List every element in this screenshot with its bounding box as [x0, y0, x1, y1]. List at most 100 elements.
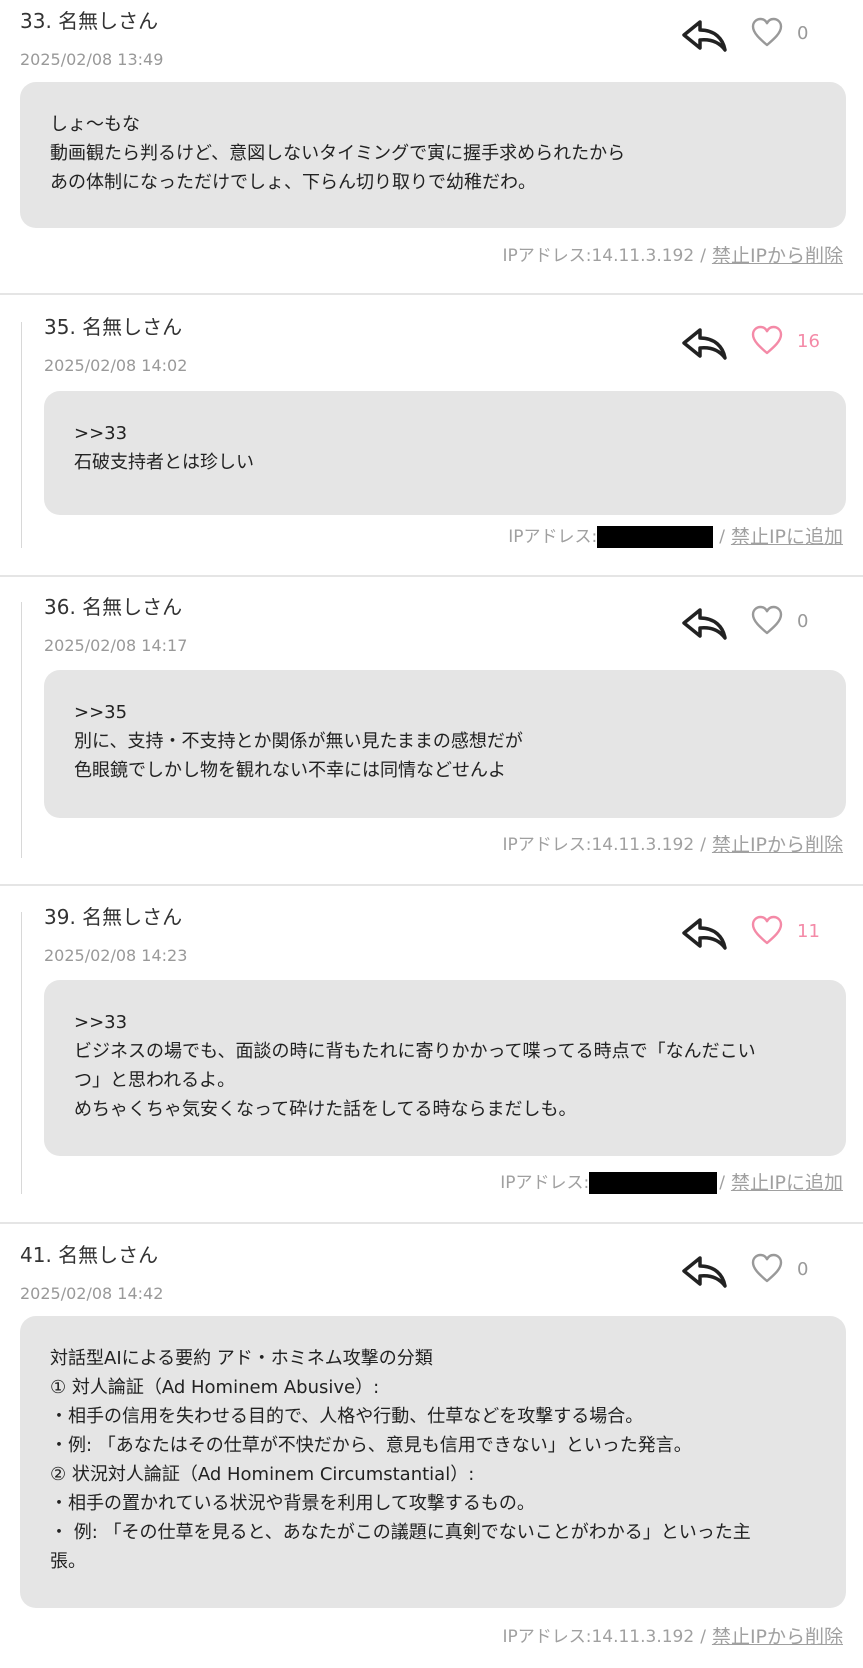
post-date: 2025/02/08 13:49 — [20, 50, 164, 69]
comment-line: 別に、支持・不支持とか関係が無い見たままの感想だが — [74, 731, 523, 752]
ip-address: 14.11.3.192 — [591, 1627, 695, 1647]
like-count: 11 — [797, 921, 820, 942]
post-divider — [0, 1222, 863, 1224]
comment-post: 36. 名無しさん 2025/02/08 14:17 0 >>35 別に、支持・… — [0, 586, 863, 876]
post-footer: IPアドレス: / 禁止IPに追加 — [508, 526, 843, 548]
like-count: 16 — [797, 331, 820, 352]
remove-banned-ip-link[interactable]: 禁止IPから削除 — [712, 245, 843, 267]
comment-line: しょ～もな — [50, 114, 140, 135]
ip-label: IPアドレス: — [500, 1173, 590, 1193]
reply-button[interactable] — [680, 916, 728, 952]
post-number: 39. — [44, 905, 76, 929]
reply-arrow-icon — [682, 608, 727, 640]
like-button[interactable] — [750, 1252, 784, 1286]
reply-arrow-icon — [682, 918, 727, 950]
footer-separator: / — [719, 527, 725, 547]
post-footer: IPアドレス: / 禁止IPに追加 — [500, 1172, 843, 1194]
post-author: 名無しさん — [82, 315, 183, 339]
comment-line: >>35 — [74, 702, 128, 723]
post-divider — [0, 293, 863, 295]
post-footer: IPアドレス: 14.11.3.192 / 禁止IPから削除 — [502, 1626, 843, 1648]
post-number: 35. — [44, 315, 76, 339]
comment-line: ・相手の置かれている状況や背景を利用して攻撃するもの。 — [50, 1493, 535, 1514]
comment-post: 33. 名無しさん 2025/02/08 13:49 0 しょ～もな 動画観たら… — [0, 0, 863, 276]
post-header: 33. 名無しさん 2025/02/08 13:49 0 — [0, 0, 863, 70]
comment-line: >>33 — [74, 1012, 128, 1033]
comment-line: 動画観たら判るけど、意図しないタイミングで寅に握手求められたから — [50, 143, 626, 164]
reply-button[interactable] — [680, 18, 728, 54]
post-title: 36. 名無しさん — [44, 594, 182, 620]
comment-post: 41. 名無しさん 2025/02/08 14:42 0 対話型AIによる要約 … — [0, 1234, 863, 1668]
comment-body: >>33 石破支持者とは珍しい — [44, 391, 846, 515]
heart-icon — [751, 605, 783, 635]
post-header: 41. 名無しさん 2025/02/08 14:42 0 — [0, 1234, 863, 1304]
post-footer: IPアドレス: 14.11.3.192 / 禁止IPから削除 — [502, 834, 843, 856]
like-count: 0 — [797, 23, 809, 44]
post-date: 2025/02/08 14:23 — [44, 946, 188, 965]
comment-line: ・例: 「あなたはその仕草が不快だから、意見も信用できない」といった発言。 — [50, 1435, 692, 1456]
add-banned-ip-link[interactable]: 禁止IPに追加 — [731, 1172, 843, 1194]
footer-separator: / — [700, 246, 706, 266]
reply-button[interactable] — [680, 1254, 728, 1290]
comment-line: 石破支持者とは珍しい — [74, 452, 254, 473]
comment-line: 色眼鏡でしかし物を観れない不幸には同情などせんよ — [74, 760, 506, 781]
like-count: 0 — [797, 1259, 809, 1280]
comment-post: 35. 名無しさん 2025/02/08 14:02 16 >>33 石破支持者… — [0, 306, 863, 566]
heart-icon — [751, 1253, 783, 1283]
post-author: 名無しさん — [82, 905, 183, 929]
footer-separator: / — [700, 835, 706, 855]
redacted-ip-address — [597, 526, 714, 548]
post-title: 39. 名無しさん — [44, 904, 182, 930]
like-button[interactable] — [750, 914, 784, 948]
post-author: 名無しさん — [82, 595, 183, 619]
post-header: 35. 名無しさん 2025/02/08 14:02 16 — [0, 306, 863, 376]
comment-line: ① 対人論証（Ad Hominem Abusive）: — [50, 1377, 380, 1398]
comment-line: ビジネスの場でも、面談の時に背もたれに寄りかかって喋ってる時点で「なんだこい — [74, 1041, 756, 1062]
post-date: 2025/02/08 14:42 — [20, 1284, 164, 1303]
post-title: 41. 名無しさん — [20, 1242, 158, 1268]
post-footer: IPアドレス: 14.11.3.192 / 禁止IPから削除 — [502, 245, 843, 267]
post-number: 36. — [44, 595, 76, 619]
post-divider — [0, 575, 863, 577]
add-banned-ip-link[interactable]: 禁止IPに追加 — [731, 526, 843, 548]
post-header: 36. 名無しさん 2025/02/08 14:17 0 — [0, 586, 863, 656]
post-date: 2025/02/08 14:02 — [44, 356, 188, 375]
like-button[interactable] — [750, 604, 784, 638]
post-divider — [0, 884, 863, 886]
comment-line: めちゃくちゃ気安くなって砕けた話をしてる時ならまだしも。 — [74, 1099, 577, 1120]
reply-button[interactable] — [680, 326, 728, 362]
reply-arrow-icon — [682, 328, 727, 360]
post-number: 41. — [20, 1243, 52, 1267]
redacted-ip-address — [589, 1172, 718, 1194]
comment-line: つ」と思われるよ。 — [74, 1070, 236, 1091]
ip-label: IPアドレス: — [502, 246, 592, 266]
like-count: 0 — [797, 611, 809, 632]
post-header: 39. 名無しさん 2025/02/08 14:23 11 — [0, 896, 863, 966]
reply-button[interactable] — [680, 606, 728, 642]
heart-icon — [751, 17, 783, 47]
comment-line: ・相手の信用を失わせる目的で、人格や行動、仕草などを攻撃する場合。 — [50, 1406, 644, 1427]
ip-address: 14.11.3.192 — [591, 835, 695, 855]
comment-line: >>33 — [74, 423, 128, 444]
comment-line: あの体制になっただけでしょ、下らん切り取りで幼稚だわ。 — [50, 172, 536, 193]
comment-line: 張。 — [50, 1551, 86, 1572]
post-number: 33. — [20, 9, 52, 33]
comment-body: しょ～もな 動画観たら判るけど、意図しないタイミングで寅に握手求められたから あ… — [20, 82, 846, 228]
post-title: 33. 名無しさん — [20, 8, 158, 34]
ip-label: IPアドレス: — [508, 527, 598, 547]
footer-separator: / — [700, 1627, 706, 1647]
post-date: 2025/02/08 14:17 — [44, 636, 188, 655]
remove-banned-ip-link[interactable]: 禁止IPから削除 — [712, 834, 843, 856]
reply-arrow-icon — [682, 1256, 727, 1288]
post-title: 35. 名無しさん — [44, 314, 182, 340]
post-author: 名無しさん — [58, 1243, 159, 1267]
comment-post: 39. 名無しさん 2025/02/08 14:23 11 >>33 ビジネスの… — [0, 896, 863, 1212]
comment-line: ・ 例: 「その仕草を見ると、あなたがこの議題に真剣でないことがわかる」といった… — [50, 1522, 751, 1543]
comment-line: ② 状況対人論証（Ad Hominem Circumstantial）: — [50, 1464, 475, 1485]
comment-body: >>35 別に、支持・不支持とか関係が無い見たままの感想だが 色眼鏡でしかし物を… — [44, 670, 846, 818]
like-button[interactable] — [750, 324, 784, 358]
reply-arrow-icon — [682, 20, 727, 52]
like-button[interactable] — [750, 16, 784, 50]
remove-banned-ip-link[interactable]: 禁止IPから削除 — [712, 1626, 843, 1648]
comment-body: >>33 ビジネスの場でも、面談の時に背もたれに寄りかかって喋ってる時点で「なん… — [44, 980, 846, 1156]
